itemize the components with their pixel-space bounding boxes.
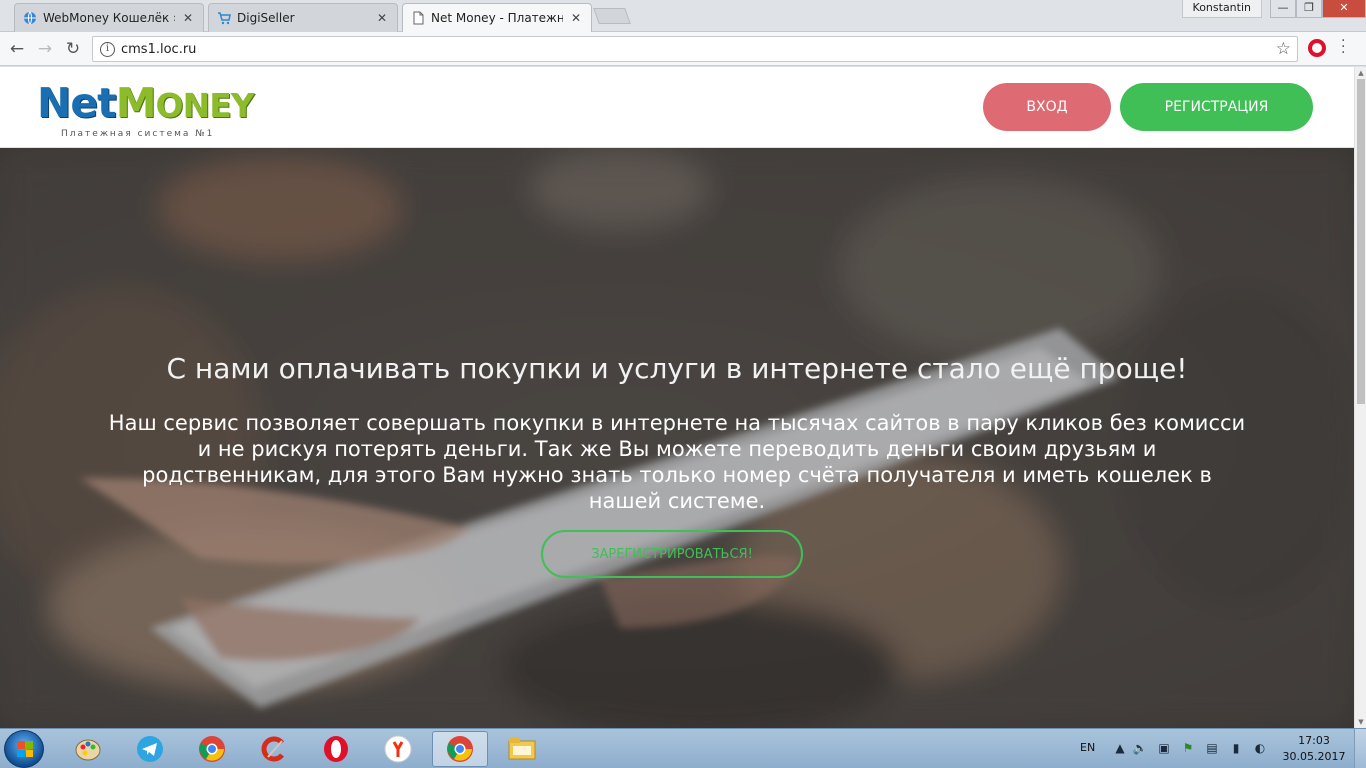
tab-title: WebMoney Кошелёк » bbox=[43, 11, 175, 25]
close-icon[interactable]: ✕ bbox=[569, 11, 583, 25]
netmoney-logo[interactable]: NetMONEY Платежная система №1 bbox=[37, 79, 255, 142]
page-scrollbar[interactable]: ▲ ▼ bbox=[1354, 67, 1366, 728]
clock-date[interactable]: 30.05.2017 bbox=[1280, 750, 1348, 763]
power-icon[interactable]: ◐ bbox=[1252, 741, 1268, 755]
tab-netmoney[interactable]: Net Money - Платежная ✕ bbox=[402, 3, 592, 32]
browser-titlebar: WebMoney Кошелёк » ✕ DigiSeller ✕ Net Mo… bbox=[0, 0, 1366, 32]
taskbar-explorer[interactable] bbox=[494, 731, 550, 767]
window-close-button[interactable]: ✕ bbox=[1322, 0, 1366, 18]
browser-toolbar: ← → ↻ i cms1.loc.ru ☆ bbox=[0, 32, 1366, 66]
taskbar-paint[interactable] bbox=[60, 731, 116, 767]
maximize-button[interactable]: ❐ bbox=[1296, 0, 1322, 18]
device-icon[interactable]: ▤ bbox=[1204, 741, 1220, 755]
taskbar-chrome-active[interactable] bbox=[432, 731, 488, 767]
windows-logo-icon bbox=[17, 741, 33, 757]
paint-icon bbox=[75, 739, 101, 761]
minimize-button[interactable]: — bbox=[1270, 0, 1296, 18]
taskbar-yandex[interactable] bbox=[370, 731, 426, 767]
browser-menu-icon[interactable]: · · · bbox=[1341, 34, 1345, 60]
volume-icon[interactable]: 🔈 bbox=[1132, 741, 1148, 755]
register-button[interactable]: РЕГИСТРАЦИЯ bbox=[1120, 83, 1313, 131]
login-button[interactable]: ВХОД bbox=[983, 83, 1111, 131]
bookmark-star-icon[interactable]: ☆ bbox=[1276, 39, 1291, 59]
scroll-up-icon[interactable]: ▲ bbox=[1355, 67, 1366, 79]
tab-digiseller[interactable]: DigiSeller ✕ bbox=[208, 3, 398, 32]
reload-icon[interactable]: ↻ bbox=[62, 38, 84, 60]
flag-icon[interactable]: ⚑ bbox=[1180, 741, 1196, 755]
opera-icon bbox=[324, 736, 348, 762]
telegram-icon bbox=[137, 736, 163, 762]
windows-taskbar: EN ▲ 🔈 ▣ ⚑ ▤ ▮ ◐ 17:03 30.05.2017 bbox=[0, 728, 1366, 768]
info-icon[interactable]: i bbox=[100, 42, 115, 57]
address-bar[interactable]: i cms1.loc.ru ☆ bbox=[92, 36, 1298, 62]
start-button[interactable] bbox=[4, 730, 44, 768]
opera-extension-icon[interactable] bbox=[1308, 39, 1326, 57]
profile-user[interactable]: Konstantin bbox=[1181, 0, 1262, 18]
taskbar-opera[interactable] bbox=[308, 731, 364, 767]
network-signal-icon[interactable]: ▮ bbox=[1228, 741, 1244, 755]
hero-description: Наш сервис позволяет совершать покупки в… bbox=[108, 411, 1246, 513]
clock-time[interactable]: 17:03 bbox=[1290, 734, 1338, 747]
close-icon[interactable]: ✕ bbox=[375, 11, 389, 25]
new-tab-button[interactable] bbox=[593, 8, 631, 24]
globe-icon bbox=[24, 11, 36, 25]
forward-arrow-icon[interactable]: → bbox=[34, 38, 56, 60]
logo-wordmark: NetMONEY bbox=[37, 79, 255, 127]
hero-section: С нами оплачивать покупки и услуги в инт… bbox=[0, 148, 1354, 728]
hero-title: С нами оплачивать покупки и услуги в инт… bbox=[166, 352, 1188, 385]
language-indicator[interactable]: EN bbox=[1080, 741, 1095, 754]
page-viewport: NetMONEY Платежная система №1 ВХОД РЕГИС… bbox=[0, 67, 1354, 728]
taskbar-ccleaner[interactable] bbox=[246, 731, 302, 767]
page-icon bbox=[413, 11, 424, 25]
back-arrow-icon[interactable]: ← bbox=[6, 38, 28, 60]
tab-title: DigiSeller bbox=[237, 11, 295, 25]
taskbar-chrome[interactable] bbox=[184, 731, 240, 767]
scroll-thumb[interactable] bbox=[1357, 79, 1365, 404]
taskbar-telegram[interactable] bbox=[122, 731, 178, 767]
tray-app-icon[interactable]: ▣ bbox=[1156, 741, 1172, 755]
scroll-down-icon[interactable]: ▼ bbox=[1355, 716, 1366, 728]
close-icon[interactable]: ✕ bbox=[181, 11, 195, 25]
logo-tagline: Платежная система №1 bbox=[61, 129, 215, 139]
tab-title: Net Money - Платежная bbox=[431, 11, 563, 25]
hero-register-button[interactable]: ЗАРЕГИСТРИРОВАТЬСЯ! bbox=[541, 530, 803, 578]
explorer-icon bbox=[508, 738, 536, 760]
chrome-icon bbox=[199, 736, 225, 762]
site-header: NetMONEY Платежная система №1 ВХОД РЕГИС… bbox=[0, 67, 1354, 148]
ccleaner-icon bbox=[261, 736, 284, 762]
chrome-icon bbox=[447, 736, 473, 762]
url-text[interactable]: cms1.loc.ru bbox=[121, 42, 196, 57]
yandex-browser-icon bbox=[384, 735, 412, 763]
tray-arrow-icon[interactable]: ▲ bbox=[1112, 741, 1128, 755]
show-desktop-button[interactable] bbox=[1354, 729, 1366, 768]
cart-icon bbox=[218, 12, 231, 25]
tab-webmoney[interactable]: WebMoney Кошелёк » ✕ bbox=[14, 3, 204, 32]
